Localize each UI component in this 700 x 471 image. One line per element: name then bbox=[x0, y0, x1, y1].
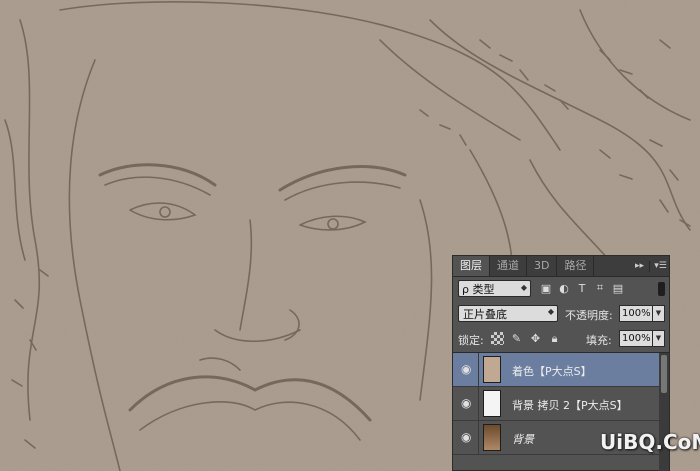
blend-mode-value: 正片叠底 bbox=[463, 307, 507, 321]
smart-object-filter-icon[interactable]: ▤ bbox=[611, 281, 625, 295]
lock-row: 锁定: ✎ ✥ 🔒︎ 填充: 100% ▼ bbox=[453, 328, 669, 350]
fill-input[interactable]: 100% bbox=[619, 330, 653, 347]
layer-row-tint[interactable]: ◉ 着色【P大点S】 bbox=[453, 353, 659, 387]
layer-thumbnail bbox=[483, 356, 501, 383]
layer-name: 背景 bbox=[512, 433, 534, 446]
tab-3d[interactable]: 3D bbox=[527, 256, 558, 276]
filter-row: ρ 类型 ◆ ▣ ◐ T ⌗ ▤ bbox=[453, 278, 669, 300]
adjustment-filter-icon[interactable]: ◐ bbox=[557, 281, 571, 295]
lock-image-pixels-icon[interactable]: ✎ bbox=[510, 332, 523, 345]
chevron-updown-icon: ◆ bbox=[547, 307, 554, 316]
filter-kind-label: ρ 类型 bbox=[462, 282, 495, 296]
layer-thumbnail bbox=[483, 390, 501, 417]
eye-separator bbox=[478, 353, 479, 386]
shape-filter-icon[interactable]: ⌗ bbox=[593, 281, 607, 295]
type-filter-icon[interactable]: T bbox=[575, 281, 589, 295]
lock-transparent-pixels-icon[interactable] bbox=[491, 332, 504, 345]
layer-name: 背景 拷贝 2【P大点S】 bbox=[512, 399, 628, 412]
tab-channels[interactable]: 通道 bbox=[490, 256, 527, 276]
image-filter-icon[interactable]: ▣ bbox=[539, 281, 553, 295]
filter-toggle[interactable] bbox=[658, 282, 665, 296]
lock-label: 锁定: bbox=[458, 334, 484, 347]
blend-mode-select[interactable]: 正片叠底 ◆ bbox=[458, 305, 558, 322]
eye-separator bbox=[478, 421, 479, 454]
panel-controls: ▸▸ ▾☰ bbox=[635, 256, 667, 276]
fill-dropdown-icon[interactable]: ▼ bbox=[653, 330, 665, 347]
eye-separator bbox=[478, 387, 479, 420]
watermark-logo: UiBQ.CoM bbox=[600, 430, 700, 454]
layer-name: 着色【P大点S】 bbox=[512, 365, 592, 378]
blend-row: 正片叠底 ◆ 不透明度: 100% ▼ bbox=[453, 303, 669, 325]
fill-label: 填充: bbox=[586, 334, 612, 347]
opacity-input[interactable]: 100% bbox=[619, 305, 653, 322]
layer-row-background-copy-2[interactable]: ◉ 背景 拷贝 2【P大点S】 bbox=[453, 387, 659, 421]
filter-kind-select[interactable]: ρ 类型 ◆ bbox=[458, 280, 531, 297]
scrollbar-thumb[interactable] bbox=[661, 355, 667, 393]
tab-paths[interactable]: 路径 bbox=[557, 256, 595, 276]
panel-menu-icon[interactable]: ▾☰ bbox=[649, 260, 667, 272]
opacity-dropdown-icon[interactable]: ▼ bbox=[653, 305, 665, 322]
chevron-updown-icon: ◆ bbox=[520, 283, 527, 292]
lock-position-icon[interactable]: ✥ bbox=[529, 332, 542, 345]
visibility-eye-icon[interactable]: ◉ bbox=[461, 363, 473, 375]
double-arrow-right-icon[interactable]: ▸▸ bbox=[635, 261, 644, 271]
opacity-label: 不透明度: bbox=[565, 309, 613, 322]
lock-all-icon[interactable]: 🔒︎ bbox=[548, 332, 561, 345]
layer-thumbnail bbox=[483, 424, 501, 451]
visibility-eye-icon[interactable]: ◉ bbox=[461, 397, 473, 409]
panel-tab-bar: 图层 通道 3D 路径 ▸▸ ▾☰ bbox=[453, 256, 669, 277]
visibility-eye-icon[interactable]: ◉ bbox=[461, 431, 473, 443]
tab-layers[interactable]: 图层 bbox=[453, 256, 490, 276]
